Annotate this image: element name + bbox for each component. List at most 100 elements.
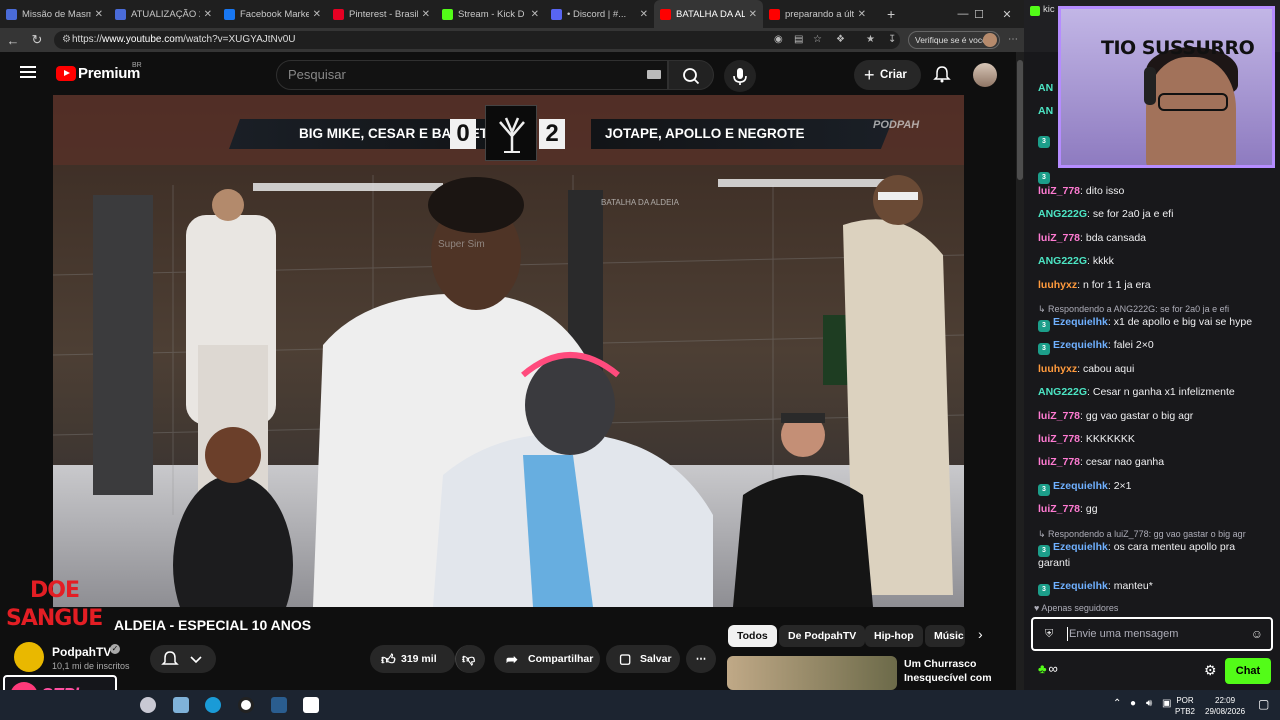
taskbar-clock[interactable]: 22:09 29/08/2026: [1205, 695, 1245, 717]
close-window-button[interactable]: ✕: [989, 0, 1025, 28]
chat-username[interactable]: Ezequielhk: [1053, 541, 1108, 553]
channel-name[interactable]: PodpahTV: [52, 645, 111, 659]
followers-only-notice: ♥ Apenas seguidores: [1034, 603, 1118, 613]
subscription-bell-button[interactable]: [150, 645, 216, 673]
network-icon[interactable]: ▣: [1162, 698, 1171, 709]
steam-icon[interactable]: [271, 697, 287, 713]
reader-icon[interactable]: ▤: [794, 34, 806, 46]
like-button[interactable]: 👍︎ 319 mil: [370, 645, 455, 673]
chat-username[interactable]: Ezequielhk: [1053, 580, 1108, 592]
reload-icon[interactable]: ↻: [26, 29, 48, 51]
search-button[interactable]: [668, 60, 714, 90]
chat-username[interactable]: luiZ_778: [1038, 410, 1080, 422]
edge-browser-icon[interactable]: [205, 697, 221, 713]
chat-top-user: AN: [1038, 105, 1054, 117]
settings-gear-icon[interactable]: ⚙: [1204, 662, 1217, 679]
scrollbar-thumb[interactable]: [1017, 60, 1023, 180]
language-indicator[interactable]: POR PTB2: [1175, 695, 1195, 717]
send-chat-button[interactable]: Chat: [1225, 658, 1271, 684]
browser-tab[interactable]: ATUALIZAÇÃO 2.0 | ✕: [109, 0, 218, 28]
video-player[interactable]: Super Sim BATALHA DA ALDEIA BIG MIKE, CE…: [53, 95, 964, 607]
keyboard-icon[interactable]: [647, 70, 661, 79]
more-actions-button[interactable]: ⋯: [686, 645, 716, 673]
chat-username[interactable]: ANG222G: [1038, 255, 1087, 267]
back-icon[interactable]: ←: [2, 29, 24, 51]
chat-username[interactable]: luuhyxz: [1038, 363, 1077, 375]
volume-icon[interactable]: 🔊︎: [1146, 698, 1152, 709]
chat-username[interactable]: luiZ_778: [1038, 232, 1080, 244]
browser-tab[interactable]: Facebook Marketplace ✕: [218, 0, 327, 28]
tab-close-icon[interactable]: ✕: [858, 9, 866, 20]
download-icon[interactable]: ↧: [888, 34, 900, 46]
channel-avatar[interactable]: [14, 642, 44, 672]
browser-tab[interactable]: Stream - Kick D ✕: [436, 0, 545, 28]
voice-search-button[interactable]: [724, 60, 756, 92]
chat-username[interactable]: Ezequielhk: [1053, 339, 1108, 351]
chat-message: ANG222G: Cesar n ganha x1 infelizmente: [1038, 386, 1235, 398]
new-tab-icon[interactable]: +: [887, 6, 895, 22]
favorites-icon[interactable]: ★: [866, 34, 878, 46]
emoji-icon[interactable]: ☺: [1251, 619, 1263, 649]
account-avatar[interactable]: [973, 63, 997, 87]
reply-text: Respondendo a luiZ_778: gg vao gastar o …: [1048, 528, 1246, 539]
verify-profile-button[interactable]: Verifique se é você: [908, 31, 1000, 49]
browser-tab[interactable]: preparando a última ✕: [763, 0, 872, 28]
chevron-right-icon[interactable]: ›: [978, 626, 983, 642]
chat-message: luuhyxz: cabou aqui: [1038, 363, 1134, 375]
more-menu-icon[interactable]: ⋯: [1008, 34, 1020, 46]
recommended-thumbnail[interactable]: [727, 656, 897, 690]
chip-channel[interactable]: De PodpahTV: [779, 625, 866, 647]
tab-close-icon[interactable]: ✕: [95, 9, 103, 20]
share-button[interactable]: ➦ Compartilhar: [494, 645, 600, 673]
notification-center-icon[interactable]: ▢: [1258, 697, 1269, 711]
chat-username[interactable]: Ezequielhk: [1053, 316, 1108, 328]
taskbar-app-icon[interactable]: [140, 697, 156, 713]
chat-username[interactable]: luiZ_778: [1038, 456, 1080, 468]
youtube-header: Premium BR Pesquisar + Criar: [0, 52, 1016, 96]
capcut-icon[interactable]: [303, 697, 319, 713]
chip-music[interactable]: Músic: [925, 625, 965, 647]
browser-tab[interactable]: BATALHA DA AL ✕: [654, 0, 763, 28]
chat-username[interactable]: luuhyxz: [1038, 279, 1077, 291]
tab-close-icon[interactable]: ✕: [422, 9, 430, 20]
browser-tab[interactable]: Missão de Masmorra ✕: [0, 0, 109, 28]
save-button[interactable]: ▢ Salvar: [606, 645, 680, 673]
tab-close-icon[interactable]: ✕: [531, 9, 539, 20]
taskbar-app-icon[interactable]: [173, 697, 189, 713]
chat-username[interactable]: luiZ_778: [1038, 433, 1080, 445]
dislike-button[interactable]: 👎︎: [455, 645, 485, 673]
youtube-brand[interactable]: Premium: [78, 65, 140, 82]
search-input[interactable]: Pesquisar: [276, 60, 668, 90]
chip-all[interactable]: Todos: [728, 625, 777, 647]
kick-tab-title[interactable]: kic: [1043, 4, 1055, 15]
tray-chevron-icon[interactable]: ⌃: [1113, 698, 1121, 709]
browser-tab[interactable]: Pinterest - Brasil ✕: [327, 0, 436, 28]
create-button[interactable]: + Criar: [854, 60, 921, 90]
chat-points-icon[interactable]: ♣ ∞: [1038, 661, 1058, 676]
like-count: 319 mil: [401, 653, 437, 665]
tab-close-icon[interactable]: ✕: [749, 9, 757, 20]
tab-favicon-icon: [551, 8, 562, 20]
browser-tab[interactable]: • Discord | #... ✕: [545, 0, 654, 28]
youtube-logo-icon[interactable]: [56, 66, 76, 81]
notifications-icon[interactable]: [932, 64, 952, 84]
chat-message-input[interactable]: ⛨ Envie uma mensagem ☺: [1031, 617, 1273, 651]
tab-close-icon[interactable]: ✕: [313, 9, 321, 20]
recommended-title[interactable]: Um Churrasco Inesquecível com: [904, 657, 1004, 685]
chat-username[interactable]: Ezequielhk: [1053, 480, 1108, 492]
menu-icon[interactable]: [20, 66, 36, 78]
chat-username[interactable]: ANG222G: [1038, 208, 1087, 220]
tab-close-icon[interactable]: ✕: [640, 9, 648, 20]
eye-off-icon[interactable]: ◉: [774, 34, 786, 46]
chat-username[interactable]: luiZ_778: [1038, 503, 1080, 515]
extensions-icon[interactable]: ❖: [836, 34, 848, 46]
tab-close-icon[interactable]: ✕: [204, 9, 212, 20]
chip-hiphop[interactable]: Hip-hop: [865, 625, 923, 647]
obs-icon[interactable]: [238, 697, 254, 713]
chat-username[interactable]: ANG222G: [1038, 386, 1087, 398]
chat-reply-context: ↳ Respondendo a luiZ_778: gg vao gastar …: [1038, 529, 1246, 540]
tray-app-icon[interactable]: ●: [1130, 698, 1136, 709]
chat-username[interactable]: luiZ_778: [1038, 185, 1080, 197]
star-icon[interactable]: ☆: [813, 34, 825, 46]
site-info-icon[interactable]: ⚙: [62, 34, 74, 46]
